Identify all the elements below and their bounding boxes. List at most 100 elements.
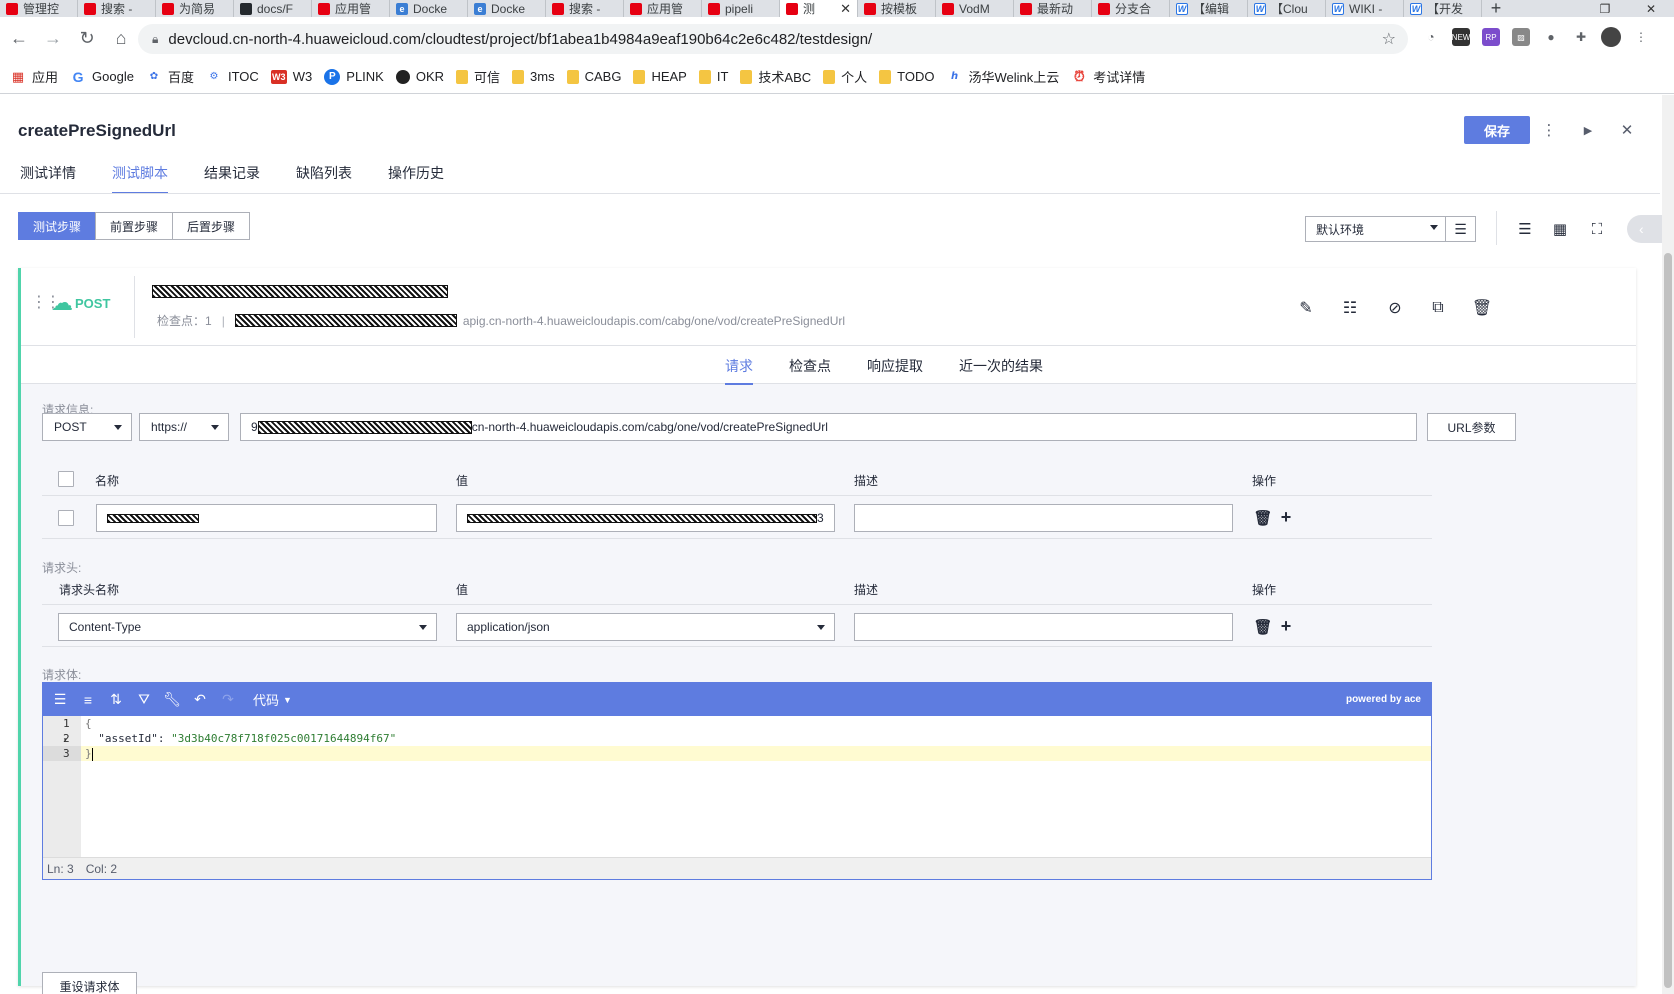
fullscreen-icon[interactable]: ⛶ [1583,215,1611,243]
url-params-button[interactable]: URL参数 [1427,413,1516,441]
tab-test-steps[interactable]: 测试步骤 [18,212,97,240]
environment-settings-icon[interactable]: ☰ [1445,216,1476,242]
page-scrollbar[interactable] [1662,95,1674,994]
browser-tab[interactable]: W 【Clou [1248,0,1326,17]
tab-last-result[interactable]: 近一次的结果 [959,356,1043,385]
table-edit-icon[interactable]: ▦ [1546,215,1574,243]
browser-tab[interactable]: 按模板 [858,0,936,17]
disable-icon[interactable]: ⊘ [1382,295,1408,321]
edit-icon[interactable]: ✎ [1293,295,1319,321]
row-checkbox[interactable] [58,510,74,526]
tab-result-records[interactable]: 结果记录 [204,163,260,194]
circle-extension-icon[interactable]: ● [1540,26,1562,48]
browser-tab[interactable]: W WIKI - [1326,0,1404,17]
method-select[interactable]: POST [42,413,132,441]
param-value-input[interactable]: 3 [456,504,835,532]
tab-operation-history[interactable]: 操作历史 [388,163,444,194]
tab-response-extract[interactable]: 响应提取 [867,356,923,385]
filter-icon[interactable]: ⛛ [133,689,155,711]
bookmark-star-icon[interactable]: ☆ [1382,29,1396,49]
environment-select[interactable]: 默认环境 [1305,216,1446,242]
browser-tab[interactable]: 应用管 [312,0,390,17]
bookmark-item[interactable]: 3ms [512,69,555,84]
code-area[interactable]: { "assetId": "3d3b40c78f718f025c00171644… [81,716,1431,857]
close-tab-icon[interactable]: ✕ [840,1,851,17]
profile-avatar-icon[interactable] [1601,27,1621,47]
list-view-icon[interactable]: ☰ [1511,215,1539,243]
bookmark-item[interactable]: ⏰︎ 考试详情 [1071,67,1145,86]
bookmark-item[interactable]: IT [698,69,728,84]
forward-arrow-icon[interactable]: → [38,24,68,54]
bookmark-item[interactable]: G Google [70,69,134,85]
new-tab-button[interactable]: + [1482,0,1510,17]
bookmark-item[interactable]: ⚙ ITOC [206,69,258,84]
powered-by-ace[interactable]: powered by ace [1346,694,1421,705]
tab-request[interactable]: 请求 [725,356,753,385]
bookmark-item[interactable]: TODO [879,69,935,84]
bookmark-item[interactable]: W3 W3 [270,69,312,84]
checklist-icon[interactable]: ☷ [1337,295,1363,321]
restore-window-icon[interactable]: ❐ [1582,0,1628,17]
puzzle-extensions-icon[interactable]: ✚ [1570,26,1592,48]
browser-tab[interactable]: W 【编辑 [1170,0,1248,17]
browser-tab[interactable]: 最新动 [1014,0,1092,17]
header-desc-input[interactable] [854,613,1233,641]
add-row-icon[interactable]: + [1277,616,1295,636]
run-icon[interactable]: ▶ [1575,117,1601,143]
tab-defect-list[interactable]: 缺陷列表 [296,163,352,194]
compact-icon[interactable]: ≡ [77,689,99,711]
bookmark-item[interactable]: HEAP [633,69,687,84]
photo-extension-icon[interactable]: ▨ [1512,28,1530,46]
close-window-icon[interactable]: ✕ [1628,0,1674,17]
reset-body-button[interactable]: 重设请求体 [42,972,137,994]
bookmark-item[interactable]: ▦ 应用 [10,67,58,86]
more-options-icon[interactable]: ⋮ [1536,117,1562,143]
new-extension-icon[interactable]: NEW [1452,28,1470,46]
header-value-select[interactable]: application/json [456,613,835,641]
code-editor[interactable]: ☰ ≡ ⇅ ⛛ 🔧︎ ↶ ↷ 代码 ▼ powered by ace 1 ▾ 2 … [42,682,1432,880]
browser-tab[interactable]: pipeli [702,0,780,17]
url-input[interactable]: 🔒︎ devcloud.cn-north-4.huaweicloud.com/c… [138,24,1408,54]
browser-tab[interactable]: e Docke [468,0,546,17]
protocol-select[interactable]: https:// [139,413,229,441]
clock-extension-icon[interactable]: ◔ [1420,26,1442,48]
browser-tab[interactable]: 分支合 [1092,0,1170,17]
browser-tab[interactable]: 测 ✕ [780,0,858,17]
param-desc-input[interactable] [854,504,1233,532]
save-button[interactable]: 保存 [1464,116,1530,144]
tab-test-details[interactable]: 测试详情 [20,163,76,194]
bookmark-item[interactable]: 技术ABC [740,67,811,86]
bookmark-item[interactable]: OKR [395,69,444,84]
bookmark-item[interactable]: 可信 [456,67,500,86]
sort-icon[interactable]: ⇅ [105,689,127,711]
copy-icon[interactable]: ⧉ [1425,295,1451,321]
back-arrow-icon[interactable]: ← [4,24,34,54]
bookmark-item[interactable]: P PLINK [324,68,384,85]
delete-row-icon[interactable]: 🗑︎ [1253,618,1272,636]
browser-tab[interactable]: 应用管 [624,0,702,17]
step-name[interactable] [152,282,448,298]
rp-extension-icon[interactable]: RP [1482,28,1500,46]
close-icon[interactable]: ✕ [1614,117,1640,143]
header-name-select[interactable]: Content-Type [58,613,437,641]
bookmark-item[interactable]: ✿ 百度 [146,67,194,86]
browser-tab[interactable]: VodM [936,0,1014,17]
tab-test-script[interactable]: 测试脚本 [112,163,168,194]
browser-tab[interactable]: 搜索 - [546,0,624,17]
browser-tab[interactable]: 搜索 - [78,0,156,17]
tab-post-steps[interactable]: 后置步骤 [172,212,251,240]
browser-tab[interactable]: docs/F [234,0,312,17]
bookmark-item[interactable]: ℎ 汤华Welink上云 [947,67,1059,86]
browser-tab[interactable]: W 【开发 [1404,0,1482,17]
reload-icon[interactable]: ↻ [72,24,102,54]
collapse-panel-icon[interactable]: ‹ [1627,215,1667,243]
add-row-icon[interactable]: + [1277,507,1295,527]
param-name-input[interactable] [96,504,437,532]
repair-wrench-icon[interactable]: 🔧︎ [161,689,183,711]
more-menu-icon[interactable]: ⋮ [1630,26,1652,48]
delete-icon[interactable]: 🗑︎ [1469,295,1495,321]
browser-tab[interactable]: e Docke [390,0,468,17]
scrollbar-thumb[interactable] [1664,253,1672,988]
browser-tab[interactable]: 为简易 [156,0,234,17]
home-icon[interactable]: ⌂ [106,24,136,54]
